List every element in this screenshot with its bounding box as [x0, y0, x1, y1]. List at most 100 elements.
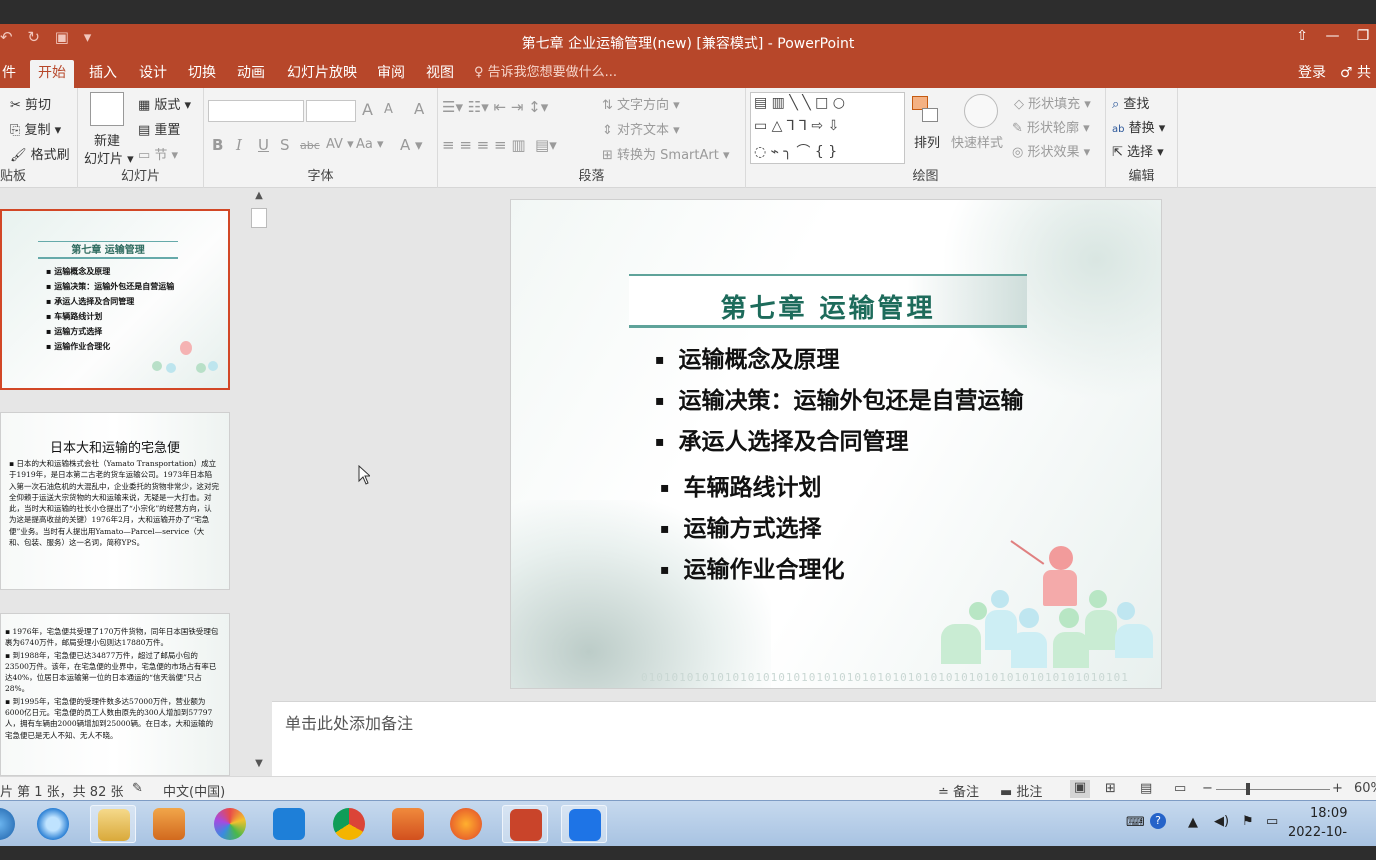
- slide-thumbnail-1[interactable]: 第七章 运输管理 运输概念及原理 运输决策：运输外包还是自营运输 承运人选择及合…: [0, 209, 230, 390]
- keyboard-icon[interactable]: ⌨: [1126, 815, 1145, 830]
- login-link[interactable]: 登录: [1298, 60, 1326, 86]
- restore-icon[interactable]: ❐: [1350, 28, 1376, 44]
- slide-thumbnail-3[interactable]: ▪ 1976年，宅急便共受理了170万件货物，同年日本国铁受理包裹为6740万件…: [0, 613, 230, 776]
- student-head: [991, 590, 1009, 608]
- media-player-icon[interactable]: [146, 805, 192, 843]
- slideshow-view-icon[interactable]: ▭: [1174, 781, 1186, 796]
- tab-design[interactable]: 设计: [131, 60, 175, 88]
- help-icon[interactable]: ?: [1150, 813, 1166, 829]
- arrange-button[interactable]: 排列: [914, 132, 940, 151]
- file-explorer-icon[interactable]: [90, 805, 136, 843]
- select-button[interactable]: ⇱ 选择 ▾: [1112, 141, 1164, 160]
- zoom-slider[interactable]: [1216, 789, 1330, 790]
- ie-icon[interactable]: [30, 805, 76, 843]
- tab-file[interactable]: 件: [0, 60, 24, 88]
- align-text-button[interactable]: ⇕ 对齐文本 ▾: [602, 119, 680, 138]
- notes-toggle-button[interactable]: ≐ 备注: [938, 781, 979, 800]
- thumbnail-scrollbar[interactable]: ▲ ▼: [249, 188, 269, 776]
- clear-format-button[interactable]: A: [414, 100, 424, 118]
- slide-bullets-a[interactable]: 运输概念及原理 运输决策：运输外包还是自营运输 承运人选择及合同管理: [655, 340, 1024, 463]
- format-painter-button[interactable]: 🖌 格式刷: [10, 144, 70, 163]
- reading-view-icon[interactable]: ▤: [1140, 781, 1152, 796]
- reset-button[interactable]: ▤ 重置: [138, 119, 180, 138]
- clock-time[interactable]: 18:09: [1310, 806, 1347, 821]
- zoom-level[interactable]: 60%: [1354, 781, 1376, 796]
- copy-button[interactable]: ⎘ 复制 ▾: [10, 119, 61, 138]
- tab-home[interactable]: 开始: [30, 60, 74, 88]
- section-button[interactable]: ▭ 节 ▾: [138, 144, 178, 163]
- quick-styles-icon[interactable]: [964, 94, 998, 128]
- zoom-in-icon[interactable]: +: [1332, 781, 1343, 796]
- pdf-app-icon[interactable]: [385, 805, 431, 843]
- underline-button[interactable]: U: [258, 136, 269, 154]
- new-slide-label[interactable]: 新建: [94, 130, 120, 149]
- scroll-thumb[interactable]: [251, 208, 267, 228]
- font-color-button[interactable]: A ▾: [400, 136, 423, 154]
- italic-button[interactable]: I: [236, 136, 242, 154]
- slide-title[interactable]: 第七章 运输管理: [629, 288, 1027, 325]
- quick-styles-button[interactable]: 快速样式: [951, 132, 1003, 151]
- zoom-slider-thumb[interactable]: [1246, 783, 1250, 795]
- feishu-app-icon[interactable]: [561, 805, 607, 843]
- chrome-icon[interactable]: [326, 805, 372, 843]
- tab-animations[interactable]: 动画: [229, 60, 273, 88]
- slide-thumbnail-2[interactable]: 日本大和运输的宅急便 ▪ 日本的大和运输株式会社（Yamato Transpor…: [0, 412, 230, 590]
- find-button[interactable]: ⌕ 查找: [1112, 93, 1149, 112]
- slide-sorter-icon[interactable]: ⊞: [1105, 781, 1116, 796]
- current-slide[interactable]: 第七章 运输管理 运输概念及原理 运输决策：运输外包还是自营运输 承运人选择及合…: [510, 199, 1162, 689]
- scroll-down-icon[interactable]: ▼: [251, 758, 267, 774]
- language-indicator[interactable]: 中文(中国): [163, 781, 225, 800]
- char-spacing-button[interactable]: AV ▾: [326, 137, 354, 152]
- tab-review[interactable]: 审阅: [369, 60, 413, 88]
- notes-pane[interactable]: 单击此处添加备注: [272, 701, 1376, 776]
- text-direction-button[interactable]: ⇅ 文字方向 ▾: [602, 94, 680, 113]
- tab-slideshow[interactable]: 幻灯片放映: [279, 60, 365, 88]
- shapes-gallery[interactable]: ▤ ▥ ╲ ╲ □ ○ ▭ △ ⅂ ⅂ ⇨ ⇩ ◌ ⌁ ╮ ⌒ { }: [750, 92, 905, 164]
- shape-fill-button[interactable]: ◇ 形状填充 ▾: [1014, 93, 1091, 112]
- cut-button[interactable]: ✂ 剪切: [10, 94, 51, 113]
- grow-font-button[interactable]: A: [362, 100, 373, 119]
- arrange-icon[interactable]: [910, 94, 942, 126]
- zoom-out-icon[interactable]: −: [1202, 781, 1213, 796]
- network-icon[interactable]: ▭: [1266, 814, 1278, 829]
- minimize-icon[interactable]: —: [1320, 28, 1346, 44]
- show-hidden-icon[interactable]: ▲: [1188, 815, 1198, 830]
- student-head: [1019, 608, 1039, 628]
- pinwheel-app-icon[interactable]: [207, 805, 253, 843]
- change-case-button[interactable]: Aa ▾: [356, 137, 384, 152]
- flag-icon[interactable]: ⚑: [1242, 814, 1254, 829]
- slide-bullet: 运输方式选择: [660, 509, 845, 550]
- shrink-font-button[interactable]: A: [384, 102, 393, 117]
- layout-button[interactable]: ▦ 版式 ▾: [138, 94, 191, 113]
- strikethrough-button[interactable]: abc: [300, 139, 320, 152]
- powerpoint-icon[interactable]: [502, 805, 548, 843]
- clock-date[interactable]: 2022-10-: [1288, 825, 1347, 840]
- share-button[interactable]: ♂ 共: [1340, 60, 1371, 86]
- scroll-up-icon[interactable]: ▲: [251, 190, 267, 206]
- shadow-button[interactable]: S: [280, 136, 290, 154]
- convert-smartart-button[interactable]: ⊞ 转换为 SmartArt ▾: [602, 144, 729, 163]
- blue-app-icon[interactable]: [266, 805, 312, 843]
- thumb2-body: ▪ 日本的大和运输株式会社（Yamato Transportation）成立于1…: [9, 459, 219, 548]
- shape-outline-button[interactable]: ✎ 形状轮廓 ▾: [1012, 117, 1090, 136]
- font-name-combo[interactable]: [208, 100, 304, 122]
- tab-view[interactable]: 视图: [418, 60, 462, 88]
- volume-icon[interactable]: ◀): [1214, 814, 1229, 829]
- firefox-icon[interactable]: [443, 805, 489, 843]
- shape-effects-button[interactable]: ◎ 形状效果 ▾: [1012, 141, 1090, 160]
- replace-button[interactable]: ab 替换 ▾: [1112, 117, 1165, 136]
- new-slide-icon[interactable]: [90, 92, 124, 126]
- bullets-icon[interactable]: ☰▾ ☷▾ ⇤ ⇥ ↕▾: [442, 98, 548, 116]
- start-button[interactable]: [0, 805, 22, 843]
- slide-bullets-b[interactable]: 车辆路线计划 运输方式选择 运输作业合理化: [660, 468, 845, 591]
- spellcheck-icon[interactable]: ✎: [132, 781, 143, 796]
- normal-view-icon[interactable]: ▣: [1070, 780, 1090, 798]
- tab-transitions[interactable]: 切换: [180, 60, 224, 88]
- tell-me-search[interactable]: ♀ 告诉我您想要做什么...: [474, 60, 617, 86]
- align-icons[interactable]: ≡ ≡ ≡ ≡ ▥ ▤▾: [442, 136, 557, 154]
- ribbon-display-icon[interactable]: ⇧: [1289, 28, 1315, 44]
- comments-toggle-button[interactable]: ▬ 批注: [1000, 781, 1042, 800]
- bold-button[interactable]: B: [212, 136, 223, 154]
- tab-insert[interactable]: 插入: [81, 60, 125, 88]
- font-size-combo[interactable]: [306, 100, 356, 122]
